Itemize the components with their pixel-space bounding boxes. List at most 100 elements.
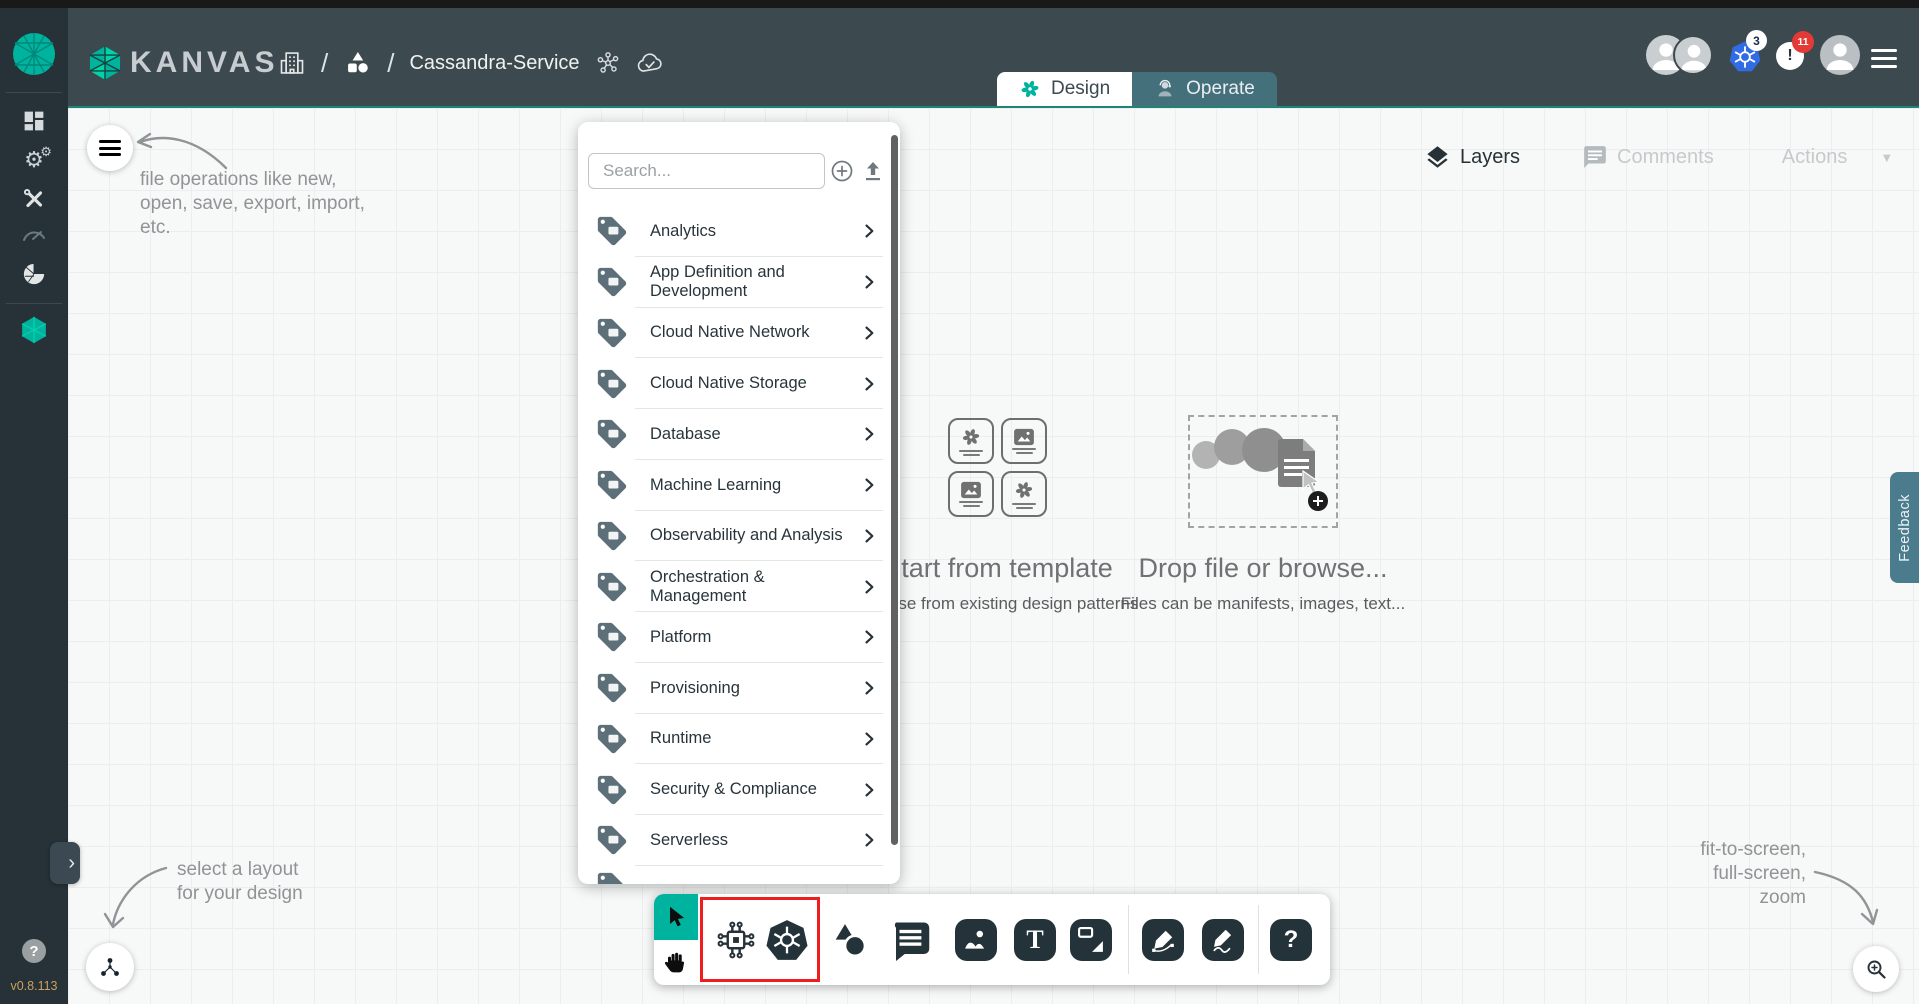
design-swirl-icon	[1019, 78, 1041, 100]
header-accent-line	[68, 106, 1919, 108]
category-row[interactable]: Analytics	[578, 206, 891, 257]
comment-icon	[889, 919, 931, 961]
brand[interactable]: KANVAS	[86, 44, 278, 82]
category-row[interactable]: Machine Learning	[578, 460, 891, 511]
file-menu-button[interactable]	[87, 125, 133, 171]
freehand-draw-tool[interactable]	[1202, 919, 1244, 961]
feedback-tab[interactable]: Feedback	[1890, 472, 1919, 583]
sticky-note-tool[interactable]	[1070, 919, 1112, 961]
mode-tabs: Design Operate	[997, 72, 1277, 106]
workspace-icon[interactable]	[343, 49, 372, 78]
layers-button[interactable]: Layers	[1424, 144, 1520, 171]
sidebar-expand-button[interactable]: ›	[50, 842, 80, 884]
chevron-right-icon[interactable]	[859, 221, 879, 241]
organization-icon[interactable]	[278, 48, 306, 78]
image-tool[interactable]	[955, 919, 997, 961]
layout-selector-button[interactable]	[86, 943, 134, 991]
notifications-button[interactable]: ! 11	[1776, 42, 1804, 70]
feedback-label: Feedback	[1897, 494, 1913, 562]
upload-icon[interactable]	[862, 159, 884, 183]
chevron-right-icon[interactable]	[859, 627, 879, 647]
comments-button[interactable]: Comments	[1582, 144, 1714, 170]
category-row[interactable]: Database	[578, 409, 891, 460]
chevron-right-icon[interactable]	[859, 577, 879, 597]
category-row[interactable]: Provisioning	[578, 663, 891, 714]
chevron-right-icon[interactable]	[859, 424, 879, 444]
add-component-button[interactable]	[830, 159, 854, 183]
sidebar-item-lifecycle[interactable]: ⚙⚙	[24, 149, 44, 171]
category-row[interactable]: Security & Compliance	[578, 764, 891, 815]
text-tool-glyph: T	[1026, 927, 1043, 953]
category-tag-icon	[595, 870, 629, 884]
chevron-right-icon[interactable]	[859, 374, 879, 394]
component-shape-tool[interactable]	[714, 918, 758, 962]
sidebar-item-performance[interactable]	[21, 224, 47, 244]
category-row-partial[interactable]	[595, 870, 629, 884]
breadcrumb-design-name[interactable]: Cassandra-Service	[409, 52, 579, 75]
chevron-right-icon[interactable]	[859, 830, 879, 850]
tab-operate[interactable]: Operate	[1132, 72, 1277, 106]
comment-tool[interactable]	[889, 919, 931, 961]
actions-dropdown[interactable]: Actions ▼	[1782, 146, 1893, 169]
category-row[interactable]: Cloud Native Network	[578, 308, 891, 359]
template-thumb-design[interactable]	[1001, 471, 1047, 517]
sidebar-item-configuration[interactable]	[22, 187, 47, 212]
chevron-right-icon[interactable]	[859, 678, 879, 698]
cloud-save-status-icon[interactable]	[636, 51, 664, 75]
category-row[interactable]: App Definition and Development	[578, 257, 891, 308]
merge-designs-icon[interactable]	[595, 50, 621, 76]
chevron-right-icon[interactable]	[859, 323, 879, 343]
template-title[interactable]: Start from template	[883, 553, 1113, 584]
category-tag-icon	[595, 265, 629, 299]
sidebar-item-kanvas[interactable]	[19, 315, 49, 345]
category-row[interactable]: Platform	[578, 612, 891, 663]
image-icon	[1013, 428, 1035, 446]
category-label: Orchestration & Management	[650, 568, 859, 606]
template-thumb-design[interactable]	[948, 418, 994, 464]
help-button[interactable]: ?	[22, 939, 46, 963]
drop-title[interactable]: Drop file or browse...	[1138, 553, 1387, 584]
category-row[interactable]: Serverless	[578, 815, 891, 866]
kubernetes-context-button[interactable]: 3	[1728, 40, 1762, 74]
kubernetes-components-tool[interactable]	[764, 917, 810, 963]
category-row[interactable]: Orchestration & Management	[578, 561, 891, 612]
annotation-arrow-file-ops	[128, 128, 233, 176]
category-row[interactable]: Runtime	[578, 714, 891, 765]
text-tool[interactable]: T	[1014, 919, 1056, 961]
search-input[interactable]	[603, 161, 824, 181]
chevron-right-icon[interactable]	[859, 729, 879, 749]
template-thumb-image[interactable]	[1001, 418, 1047, 464]
shapes-tool[interactable]	[830, 920, 870, 960]
chevron-right-icon[interactable]	[859, 272, 879, 292]
tab-design[interactable]: Design	[997, 72, 1132, 106]
panel-scrollbar[interactable]	[891, 135, 898, 845]
kanvas-logo-icon	[86, 44, 124, 82]
header-menu-button[interactable]	[1871, 44, 1897, 73]
select-tool[interactable]	[654, 894, 698, 940]
annotation-arrow-layout	[98, 858, 178, 940]
zoom-controls-button[interactable]	[1853, 946, 1899, 992]
template-thumb-image[interactable]	[948, 471, 994, 517]
notification-badge: 11	[1792, 31, 1814, 53]
pen-tool[interactable]	[1142, 919, 1184, 961]
pen-icon	[1150, 927, 1176, 953]
chevron-right-icon[interactable]	[859, 780, 879, 800]
collaborator-avatar[interactable]	[1673, 35, 1713, 75]
sidebar-item-dashboard[interactable]	[22, 109, 47, 134]
search-box	[588, 153, 825, 189]
category-label: App Definition and Development	[650, 263, 859, 301]
pan-tool[interactable]	[654, 940, 698, 986]
comments-label: Comments	[1617, 146, 1714, 169]
sidebar-item-extensions[interactable]	[21, 261, 48, 288]
category-row[interactable]: Cloud Native Storage	[578, 358, 891, 409]
annotation-file-operations: file operations like new,open, save, exp…	[140, 168, 365, 240]
question-icon: ?	[22, 939, 46, 963]
toolbar-help-button[interactable]: ?	[1270, 919, 1312, 961]
drop-file-zone[interactable]	[1188, 415, 1338, 528]
chevron-right-icon[interactable]	[859, 475, 879, 495]
meshery-logo[interactable]	[12, 32, 56, 76]
chevron-right-icon[interactable]	[859, 526, 879, 546]
category-tag-icon	[595, 519, 629, 553]
user-avatar[interactable]	[1820, 35, 1860, 75]
category-row[interactable]: Observability and Analysis	[578, 511, 891, 562]
